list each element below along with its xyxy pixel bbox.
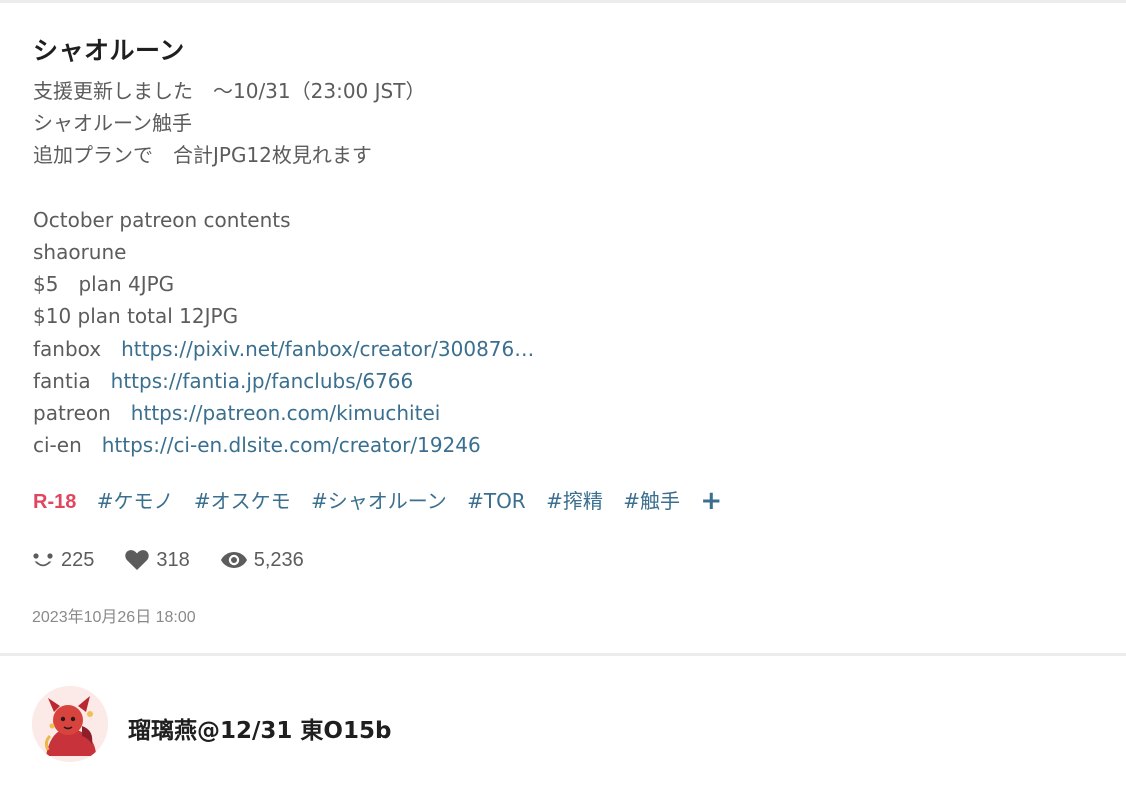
caption-link-line-patreon: patreon https://patreon.com/kimuchitei <box>33 397 1093 429</box>
link-label: fantia <box>33 368 111 393</box>
caption-line: シャオルーン触手 <box>33 111 192 136</box>
tag-tor[interactable]: #TOR <box>467 489 526 513</box>
rating-tag-r18[interactable]: R-18 <box>33 491 76 513</box>
link-label: patreon <box>33 400 131 425</box>
heart-icon <box>124 548 150 572</box>
tag-sakusei[interactable]: #搾精 <box>546 489 603 513</box>
plus-icon[interactable]: + <box>700 486 722 516</box>
caption-line: 支援更新しました ～10/31（23:00 JST） <box>33 79 426 103</box>
caption-link-line-fantia: fantia https://fantia.jp/fanclubs/6766 <box>33 365 1093 397</box>
tag-kemono[interactable]: #ケモノ <box>97 489 174 513</box>
caption-line: shaorune <box>33 239 127 264</box>
tag-list: R-18 #ケモノ #オスケモ #シャオルーン #TOR #搾精 #触手 + <box>33 485 722 517</box>
link-label: fanbox <box>33 336 122 361</box>
likes-stat[interactable]: 225 <box>31 548 94 572</box>
post-detail: シャオルーン 支援更新しました ～10/31（23:00 JST） シャオルーン… <box>0 3 1126 653</box>
post-date: 2023年10月26日 18:00 <box>32 609 196 626</box>
post-title: シャオルーン <box>33 36 185 65</box>
post-caption: 支援更新しました ～10/31（23:00 JST） シャオルーン触手 追加プラ… <box>33 75 1093 461</box>
smile-icon <box>31 548 55 572</box>
cien-link[interactable]: https://ci-en.dlsite.com/creator/19246 <box>102 433 481 457</box>
avatar[interactable] <box>32 686 108 762</box>
tag-shokushu[interactable]: #触手 <box>623 489 680 513</box>
views-stat: 5,236 <box>220 549 304 572</box>
post-stats: 225 318 5,236 <box>31 545 334 575</box>
tag-shaorune[interactable]: #シャオルーン <box>311 489 447 513</box>
author-name[interactable]: 瑠璃燕@12/31 東O15b <box>128 711 391 745</box>
fanbox-link[interactable]: https://pixiv.net/fanbox/creator/300876… <box>121 337 534 361</box>
caption-line: $10 plan total 12JPG <box>33 304 239 329</box>
likes-count: 225 <box>61 548 95 571</box>
bookmarks-stat[interactable]: 318 <box>124 548 190 572</box>
eye-icon <box>220 550 248 570</box>
caption-line: $5 plan 4JPG <box>33 272 175 297</box>
fantia-link[interactable]: https://fantia.jp/fanclubs/6766 <box>111 369 414 393</box>
tag-osukemo[interactable]: #オスケモ <box>194 489 291 513</box>
link-label: ci-en <box>33 433 102 458</box>
caption-line: 追加プランで 合計JPG12枚見れます <box>33 143 372 168</box>
views-count: 5,236 <box>253 548 304 571</box>
bookmarks-count: 318 <box>156 548 190 571</box>
avatar-illustration <box>32 686 108 762</box>
caption-line: October patreon contents <box>33 207 291 232</box>
caption-link-line-cien: ci-en https://ci-en.dlsite.com/creator/1… <box>33 429 1093 461</box>
patreon-link[interactable]: https://patreon.com/kimuchitei <box>131 401 441 425</box>
author-section: 瑠璃燕@12/31 東O15b <box>0 656 1126 787</box>
caption-link-line-fanbox: fanbox https://pixiv.net/fanbox/creator/… <box>33 333 1093 365</box>
